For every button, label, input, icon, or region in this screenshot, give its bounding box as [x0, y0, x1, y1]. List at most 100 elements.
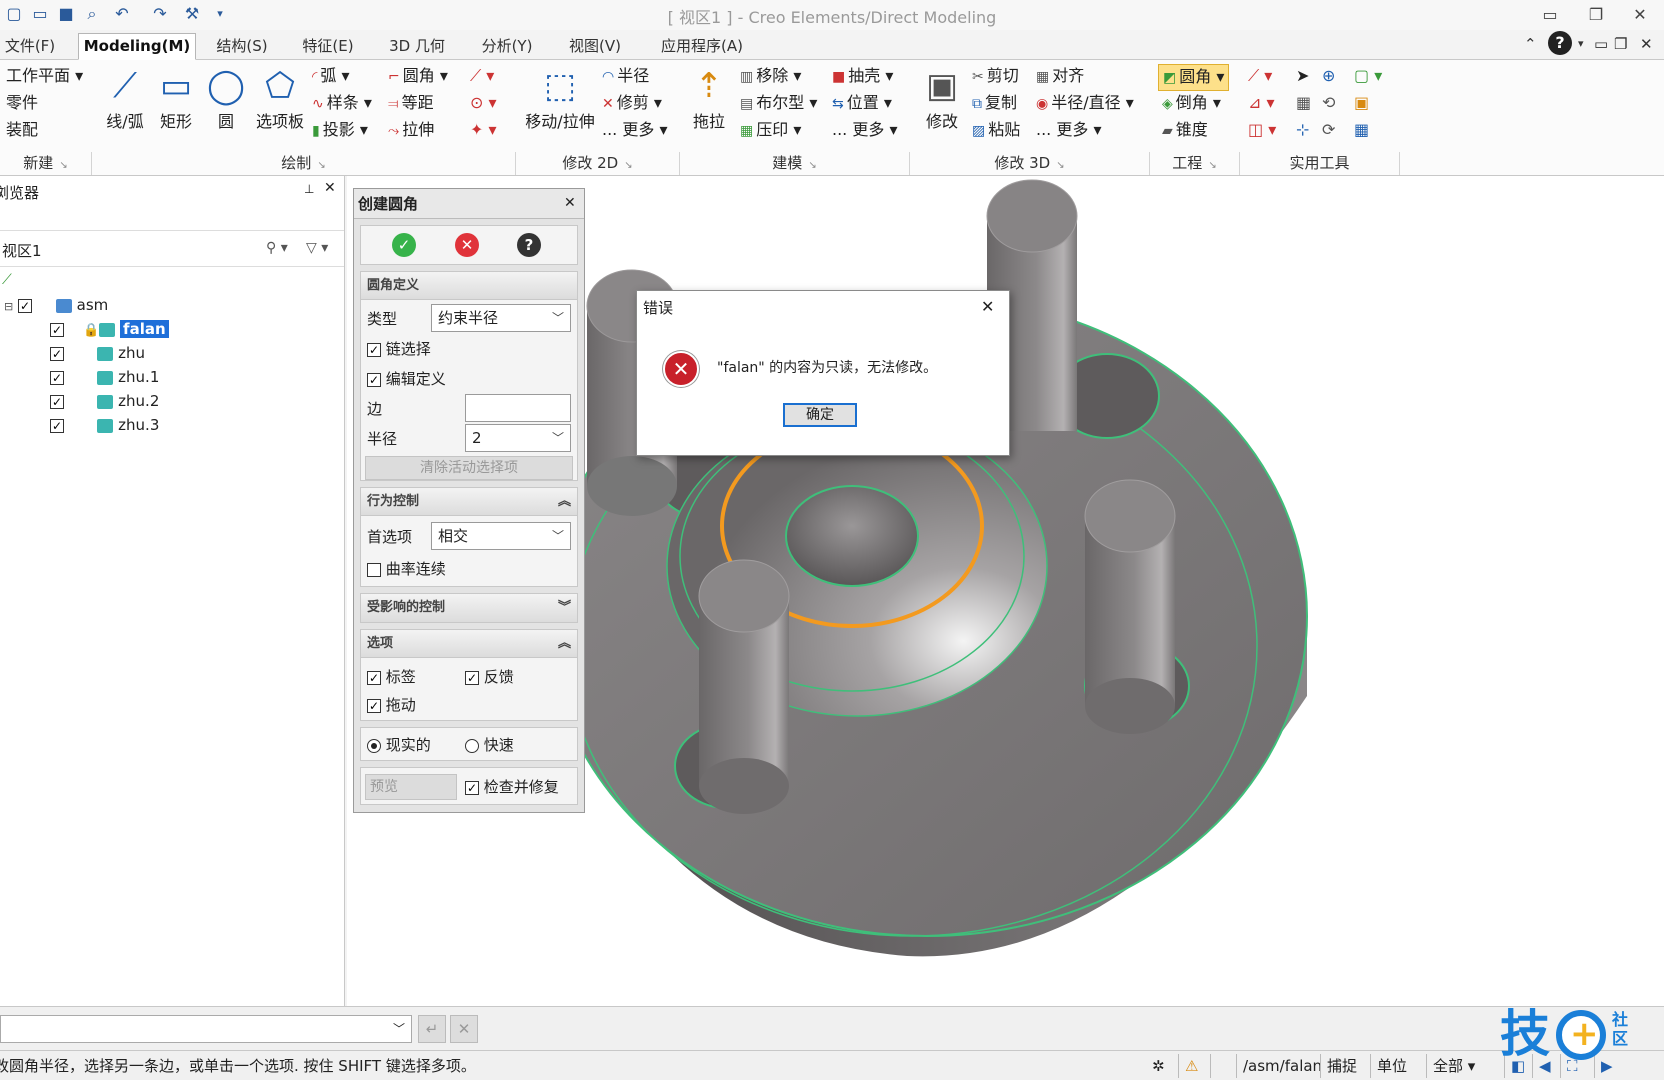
panel-close-icon[interactable]: ✕	[564, 192, 576, 214]
warning-icon[interactable]: ⚠	[1178, 1054, 1204, 1078]
line-arc-button[interactable]: ⟋ 线/弧	[100, 64, 150, 132]
tab-analysis[interactable]: 分析(Y)	[464, 33, 550, 60]
move-stretch-button[interactable]: ⬚ 移动/拉伸	[522, 64, 598, 132]
radius-diameter-button[interactable]: ◉ 半径/直径 ▾	[1036, 91, 1134, 116]
filter-select[interactable]: 全部 ▾	[1426, 1054, 1498, 1078]
tree-node-zhu1[interactable]: ✓ zhu.1	[50, 366, 159, 388]
cut-button[interactable]: ✂ 剪切	[972, 64, 1019, 89]
modify-3d-button[interactable]: ▣ 修改	[918, 64, 966, 132]
help-icon[interactable]: ?	[1548, 31, 1572, 55]
arc-button[interactable]: ◜ 弧 ▾	[312, 64, 350, 89]
tab-applications[interactable]: 应用程序(A)	[640, 33, 764, 60]
curvature-continuous-checkbox[interactable]: 曲率连续	[367, 558, 446, 580]
check-and-fix-checkbox[interactable]: ✓ 检查并修复	[465, 776, 559, 798]
util-refresh-icon[interactable]: ⟳	[1322, 118, 1335, 142]
doc-minimize-icon[interactable]: ▭	[1594, 32, 1608, 56]
paste-button[interactable]: ▨ 粘贴	[972, 118, 1020, 143]
more-3d-button[interactable]: ... 更多 ▾	[1036, 118, 1101, 142]
project-button[interactable]: ▮ 投影 ▾	[312, 118, 368, 143]
align-button[interactable]: ▦ 对齐	[1036, 64, 1084, 89]
tab-view[interactable]: 视图(V)	[552, 33, 638, 60]
more-build-button[interactable]: ... 更多 ▾	[832, 118, 897, 142]
enter-icon[interactable]: ↵	[418, 1015, 446, 1043]
util-measure-icon[interactable]: ⟋ ▾	[1248, 64, 1272, 88]
edit-definition-checkbox[interactable]: ✓ 编辑定义	[367, 368, 446, 390]
copy-button[interactable]: ⧉ 复制	[972, 91, 1017, 116]
point-dropdown[interactable]: ⊙ ▾	[470, 91, 497, 115]
behavior-header[interactable]: 行为控制 ︽	[361, 488, 577, 516]
pin-icon[interactable]: ⊥	[304, 182, 314, 196]
command-input[interactable]: ﹀	[0, 1015, 412, 1043]
radius-input[interactable]: 2 ﹀	[465, 424, 571, 452]
cancel-command-icon[interactable]: ✕	[450, 1015, 478, 1043]
util-pick-icon[interactable]: ⊕	[1322, 64, 1335, 88]
cancel-x-icon[interactable]: ✕	[455, 233, 479, 257]
tree-node-zhu3[interactable]: ✓ zhu.3	[50, 414, 159, 436]
tree-node-zhu2[interactable]: ✓ zhu.2	[50, 390, 159, 412]
tab-features[interactable]: 特征(E)	[286, 33, 370, 60]
collapse-ribbon-icon[interactable]: ⌃	[1524, 32, 1537, 56]
snap-button[interactable]: 捕捉	[1320, 1054, 1363, 1078]
tab-structure[interactable]: 结构(S)	[200, 33, 284, 60]
fast-radio[interactable]: 快速	[465, 734, 514, 756]
restore-icon[interactable]: ❐	[1576, 2, 1616, 28]
construction-dropdown[interactable]: ✦ ▾	[470, 118, 497, 142]
tag-checkbox[interactable]: ✓ 标签	[367, 666, 416, 688]
util-section-icon[interactable]: ◫ ▾	[1248, 118, 1276, 142]
tab-3d-geometry[interactable]: 3D 几何	[372, 33, 462, 60]
workplane-button[interactable]: 工作平面 ▾	[6, 64, 83, 88]
circle-button[interactable]: ◯ 圆	[206, 64, 246, 132]
find-icon[interactable]: ⚲ ▾	[266, 240, 288, 256]
help-circle-icon[interactable]: ?	[517, 233, 541, 257]
util-folder-icon[interactable]: ▣	[1354, 91, 1369, 115]
realistic-radio[interactable]: 现实的	[367, 734, 431, 756]
preview-button[interactable]: 预览	[365, 774, 457, 800]
util-rotate-icon[interactable]: ⟲	[1322, 91, 1335, 115]
close-icon[interactable]: ✕	[1620, 2, 1660, 28]
browser-close-icon[interactable]: ✕	[324, 180, 336, 196]
chamfer-button[interactable]: ◈ 倒角 ▾	[1162, 91, 1221, 116]
pull-button[interactable]: ⇡ 拖拉	[686, 64, 732, 132]
util-box-icon[interactable]: ▢ ▾	[1354, 64, 1382, 88]
shell-button[interactable]: ■ 抽壳 ▾	[832, 64, 893, 89]
imprint-button[interactable]: ▦ 压印 ▾	[740, 118, 801, 143]
util-select-icon[interactable]: ➤	[1296, 64, 1309, 88]
palette-button[interactable]: ⬠ 选项板	[252, 64, 308, 132]
tree-node-zhu[interactable]: ✓ zhu	[50, 342, 145, 364]
feedback-checkbox[interactable]: ✓ 反馈	[465, 666, 514, 688]
util-dimension-icon[interactable]: ⊿ ▾	[1248, 91, 1275, 115]
stretch-button[interactable]: ⤳ 拉伸	[388, 118, 434, 143]
remove-button[interactable]: ▥ 移除 ▾	[740, 64, 801, 89]
ok-check-icon[interactable]: ✓	[392, 233, 416, 257]
more-2d-button[interactable]: ... 更多 ▾	[602, 118, 667, 142]
taper-button[interactable]: ▰ 锥度	[1162, 118, 1208, 143]
error-close-icon[interactable]: ✕	[981, 296, 994, 318]
util-grid-icon[interactable]: ▦	[1296, 91, 1311, 115]
affected-header[interactable]: 受影响的控制 ︾	[361, 594, 577, 622]
trim-button[interactable]: ✕ 修剪 ▾	[602, 91, 662, 116]
util-table-icon[interactable]: ▦	[1354, 118, 1369, 142]
drag-checkbox[interactable]: ✓ 拖动	[367, 694, 416, 716]
ladybug-icon[interactable]: ✲	[1146, 1054, 1171, 1078]
chain-select-checkbox[interactable]: ✓ 链选择	[367, 338, 431, 360]
minimize-icon[interactable]: ▭	[1530, 2, 1570, 28]
line-style-dropdown[interactable]: ⟋ ▾	[470, 64, 494, 88]
type-select[interactable]: 约束半径 ﹀	[431, 304, 571, 332]
tab-file[interactable]: 文件(F)	[0, 33, 62, 60]
preference-select[interactable]: 相交 ﹀	[431, 522, 571, 550]
clear-selection-button[interactable]: 清除活动选择项	[365, 456, 573, 480]
error-ok-button[interactable]: 确定	[783, 403, 857, 427]
help-dropdown-icon[interactable]: ▾	[1578, 32, 1584, 56]
units-button[interactable]: 单位	[1370, 1054, 1413, 1078]
options-header[interactable]: 选项 ︽	[361, 630, 577, 658]
filter-icon[interactable]: ▽ ▾	[306, 240, 328, 256]
doc-restore-icon[interactable]: ❐	[1614, 32, 1627, 56]
boolean-button[interactable]: ▤ 布尔型 ▾	[740, 91, 817, 116]
viewport-selector[interactable]: 视区1	[2, 240, 42, 262]
edge-field[interactable]	[465, 394, 571, 422]
rectangle-button[interactable]: ▭ 矩形	[154, 64, 198, 132]
part-button[interactable]: 零件	[6, 91, 38, 115]
position-button[interactable]: ⇆ 位置 ▾	[832, 91, 892, 116]
doc-close-icon[interactable]: ✕	[1640, 32, 1653, 56]
fillet-3d-button[interactable]: ◩ 圆角 ▾	[1158, 64, 1230, 91]
